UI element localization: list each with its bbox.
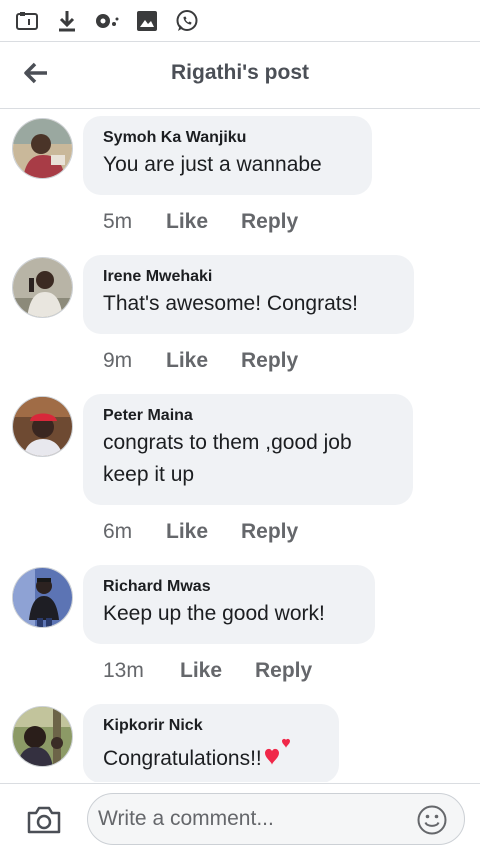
comment-bubble: Peter Maina congrats to them ,good job k… <box>83 394 413 505</box>
comment-text-line: congrats to them ,good job <box>103 431 352 454</box>
comment-meta: 6m Like Reply <box>103 516 298 548</box>
camera-button[interactable] <box>24 802 64 838</box>
comment-author[interactable]: Peter Maina <box>103 406 393 426</box>
comment-bubble: Irene Mwehaki That's awesome! Congrats! <box>83 255 414 334</box>
smiley-icon[interactable] <box>416 804 448 836</box>
like-button[interactable]: Like <box>180 659 255 683</box>
image-icon <box>134 8 160 34</box>
avatar[interactable] <box>12 567 73 628</box>
like-button[interactable]: Like <box>166 210 241 234</box>
comment-time[interactable]: 5m <box>103 210 166 234</box>
comment-composer <box>0 783 480 854</box>
comment-time[interactable]: 9m <box>103 349 166 373</box>
sd-card-icon <box>14 8 40 34</box>
download-icon <box>54 8 80 34</box>
comment-author[interactable]: Kipkorir Nick <box>103 716 319 736</box>
comment-author[interactable]: Richard Mwas <box>103 577 355 597</box>
camera-icon <box>27 806 61 834</box>
comment-text: You are just a wannabe <box>103 153 322 176</box>
comment-time[interactable]: 6m <box>103 520 166 544</box>
comments-list: Symoh Ka Wanjiku You are just a wannabe … <box>0 110 480 782</box>
comment-text: That's awesome! Congrats! <box>103 292 358 315</box>
reply-button[interactable]: Reply <box>241 520 298 544</box>
comment-text: Keep up the good work! <box>103 602 325 625</box>
comment-input[interactable] <box>98 807 398 831</box>
avatar[interactable] <box>12 118 73 179</box>
comment-text-line: keep it up <box>103 463 195 486</box>
page-title: Rigathi's post <box>171 61 309 84</box>
comment-meta: 9m Like Reply <box>103 345 298 377</box>
hearts-icon <box>264 738 290 765</box>
avatar[interactable] <box>12 257 73 318</box>
comment-bubble: Symoh Ka Wanjiku You are just a wannabe <box>83 116 372 195</box>
comment-author[interactable]: Irene Mwehaki <box>103 267 394 287</box>
vpn-key-icon <box>94 8 120 34</box>
like-button[interactable]: Like <box>166 520 241 544</box>
reply-button[interactable]: Reply <box>241 349 298 373</box>
comment-time[interactable]: 13m <box>103 659 180 683</box>
status-bar <box>0 0 480 42</box>
comment-meta: 5m Like Reply <box>103 206 298 238</box>
comment-input-box[interactable] <box>87 793 465 845</box>
reply-button[interactable]: Reply <box>241 210 298 234</box>
avatar[interactable] <box>12 396 73 457</box>
comment-bubble: Kipkorir Nick Congratulations!! <box>83 704 339 782</box>
comment-text-content: Congratulations!! <box>103 747 262 770</box>
comment-author[interactable]: Symoh Ka Wanjiku <box>103 128 352 148</box>
comment-bubble: Richard Mwas Keep up the good work! <box>83 565 375 644</box>
whatsapp-icon <box>174 8 200 34</box>
like-button[interactable]: Like <box>166 349 241 373</box>
avatar[interactable] <box>12 706 73 767</box>
comment-meta: 13m Like Reply <box>103 655 312 687</box>
post-header: Rigathi's post <box>0 43 480 109</box>
comment-text: Congratulations!! <box>103 737 319 775</box>
reply-button[interactable]: Reply <box>255 659 312 683</box>
